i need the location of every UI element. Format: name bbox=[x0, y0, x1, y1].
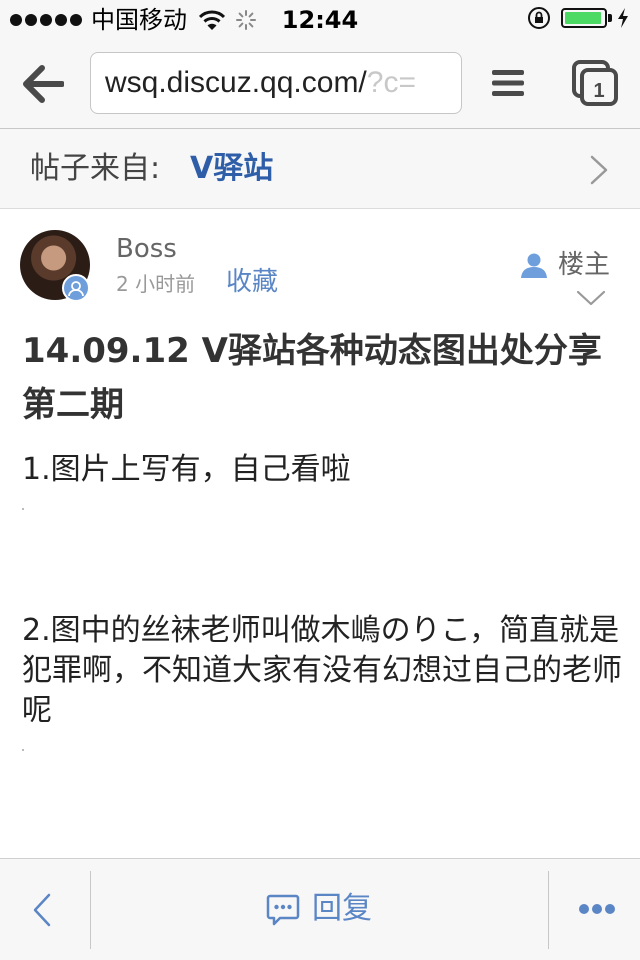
menu-icon[interactable] bbox=[492, 68, 524, 98]
orientation-lock-icon bbox=[528, 7, 550, 29]
reply-button[interactable]: 回复 bbox=[266, 889, 372, 929]
comment-icon bbox=[266, 894, 300, 926]
avatar[interactable] bbox=[20, 230, 90, 302]
reply-label: 回复 bbox=[312, 891, 372, 926]
source-row[interactable]: 帖子来自: V驿站 bbox=[0, 129, 640, 209]
image-placeholder bbox=[22, 749, 24, 751]
divider bbox=[90, 871, 91, 949]
image-placeholder bbox=[22, 508, 24, 510]
status-right bbox=[527, 6, 630, 30]
screen: 中国移动 12:44 wsq.discuz.qq.com/?c= 1 帖子来自:… bbox=[0, 0, 640, 960]
battery-level bbox=[565, 12, 601, 24]
charging-bolt-icon bbox=[618, 8, 628, 28]
source-label: 帖子来自: bbox=[30, 151, 161, 186]
bottom-bar: 回复 bbox=[0, 858, 640, 960]
url-text-faded: ?c= bbox=[366, 66, 416, 99]
user-icon bbox=[521, 253, 547, 278]
status-bar: 中国移动 12:44 bbox=[0, 0, 640, 40]
source-name: V驿站 bbox=[190, 151, 274, 186]
url-text: wsq.discuz.qq.com/ bbox=[105, 66, 367, 99]
more-icon[interactable] bbox=[578, 903, 616, 915]
tabs-button[interactable]: 1 bbox=[572, 60, 618, 106]
avatar-badge-user-icon bbox=[62, 274, 90, 302]
browser-toolbar: wsq.discuz.qq.com/?c= 1 bbox=[0, 40, 640, 129]
tabs-icon: 1 bbox=[572, 60, 618, 106]
chevron-right-icon bbox=[590, 155, 608, 185]
author-name[interactable]: Boss bbox=[116, 234, 177, 264]
tab-count: 1 bbox=[593, 80, 604, 102]
chevron-down-icon[interactable] bbox=[576, 290, 606, 306]
post-paragraph: 1.图片上写有，自己看啦 bbox=[22, 452, 351, 487]
back-chevron-icon[interactable] bbox=[32, 893, 52, 927]
original-poster-label: 楼主 bbox=[558, 250, 611, 280]
divider bbox=[548, 871, 549, 949]
post-time: 2 小时前 bbox=[116, 272, 196, 296]
back-arrow-icon[interactable] bbox=[22, 64, 64, 104]
favorite-link[interactable]: 收藏 bbox=[226, 267, 278, 297]
battery-nub bbox=[608, 14, 612, 22]
post-title: 14.09.12 V驿站各种动态图出处分享第二期 bbox=[22, 331, 602, 425]
post-paragraph: 2.图中的丝袜老师叫做木嶋のりこ，简直就是犯罪啊，不知道大家有没有幻想过自己的老… bbox=[22, 613, 622, 728]
url-field[interactable]: wsq.discuz.qq.com/?c= bbox=[90, 52, 462, 114]
battery-icon bbox=[561, 8, 607, 28]
